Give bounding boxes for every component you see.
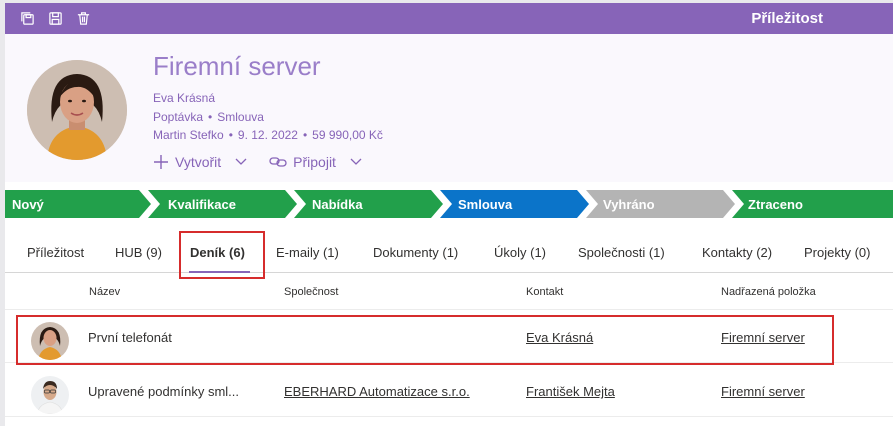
column-name[interactable]: Název	[89, 286, 120, 298]
record-header: Firemní server Eva Krásná Poptávka • Smlou…	[5, 34, 893, 182]
separator: •	[208, 110, 213, 124]
column-contact[interactable]: Kontakt	[526, 286, 563, 298]
tab-bar: Příležitost HUB (9) Deník (6) E-maily (1…	[5, 233, 893, 273]
save-icon[interactable]	[41, 7, 69, 31]
stage-won[interactable]: Vyhráno	[603, 190, 655, 218]
tab-tasks[interactable]: Úkoly (1)	[494, 233, 546, 271]
record-actions: Vytvořit Připojit	[153, 154, 384, 170]
tab-companies[interactable]: Společnosti (1)	[578, 233, 665, 271]
stage-offer[interactable]: Nabídka	[312, 190, 363, 218]
record-date: 9. 12. 2022	[237, 128, 298, 142]
plus-icon	[154, 155, 168, 169]
create-label: Vytvořit	[175, 154, 222, 170]
tab-emails[interactable]: E-maily (1)	[276, 233, 339, 271]
stage-new[interactable]: Nový	[12, 190, 44, 218]
link-icon	[269, 157, 287, 167]
stage-bar: Nový Kvalifikace Nabídka Smlouva Vyhráno…	[5, 190, 893, 218]
record-contact-name[interactable]: Eva Krásná	[153, 91, 215, 105]
avatar	[31, 376, 69, 414]
delete-icon[interactable]	[69, 7, 97, 31]
row-contact-link[interactable]: František Mejta	[526, 384, 615, 399]
connect-label: Připojit	[293, 154, 336, 170]
stage-lost[interactable]: Ztraceno	[748, 190, 803, 218]
record-type-line: Poptávka • Smlouva	[153, 110, 264, 124]
record-name: Firemní server	[153, 51, 321, 81]
record-avatar	[27, 60, 127, 160]
create-button[interactable]: Vytvořit	[153, 154, 221, 170]
tab-hub[interactable]: HUB (9)	[115, 233, 162, 271]
row-name[interactable]: Upravené podmínky sml...	[88, 384, 239, 399]
record-details-line: Martin Stefko • 9. 12. 2022 • 59 990,00 Kč	[153, 128, 383, 142]
table-row[interactable]: Upravené podmínky sml... EBERHARD Automa…	[5, 369, 893, 417]
title-bar: Příležitost	[5, 3, 893, 34]
row-company-link[interactable]: EBERHARD Automatizace s.r.o.	[284, 384, 470, 399]
tab-documents[interactable]: Dokumenty (1)	[373, 233, 458, 271]
row-highlight-box	[16, 315, 834, 365]
chevron-down-icon[interactable]	[235, 158, 247, 166]
tab-projects[interactable]: Projekty (0)	[804, 233, 870, 271]
window-title: Příležitost	[751, 10, 823, 27]
save-all-icon[interactable]	[13, 7, 41, 31]
chevron-down-icon[interactable]	[350, 158, 362, 166]
opportunity-window: Příležitost Firemní server Eva Krásná Po…	[5, 3, 893, 426]
record-stage: Smlouva	[217, 110, 264, 124]
tab-highlight-box	[179, 231, 265, 279]
record-contact[interactable]: Eva Krásná	[153, 91, 215, 105]
separator: •	[228, 128, 233, 142]
column-parent[interactable]: Nadřazená položka	[721, 286, 816, 298]
record-amount: 59 990,00 Kč	[312, 128, 383, 142]
record-owner: Martin Stefko	[153, 128, 224, 142]
grid-header: Název Společnost Kontakt Nadřazená polož…	[5, 274, 893, 310]
record-type: Poptávka	[153, 110, 204, 124]
stage-qualification[interactable]: Kvalifikace	[168, 190, 236, 218]
row-parent-link[interactable]: Firemní server	[721, 384, 805, 399]
stage-contract[interactable]: Smlouva	[458, 190, 512, 218]
connect-button[interactable]: Připojit	[269, 154, 336, 170]
separator: •	[302, 128, 308, 142]
tab-opportunity[interactable]: Příležitost	[27, 233, 84, 271]
tab-contacts[interactable]: Kontakty (2)	[702, 233, 772, 271]
column-company[interactable]: Společnost	[284, 286, 338, 298]
